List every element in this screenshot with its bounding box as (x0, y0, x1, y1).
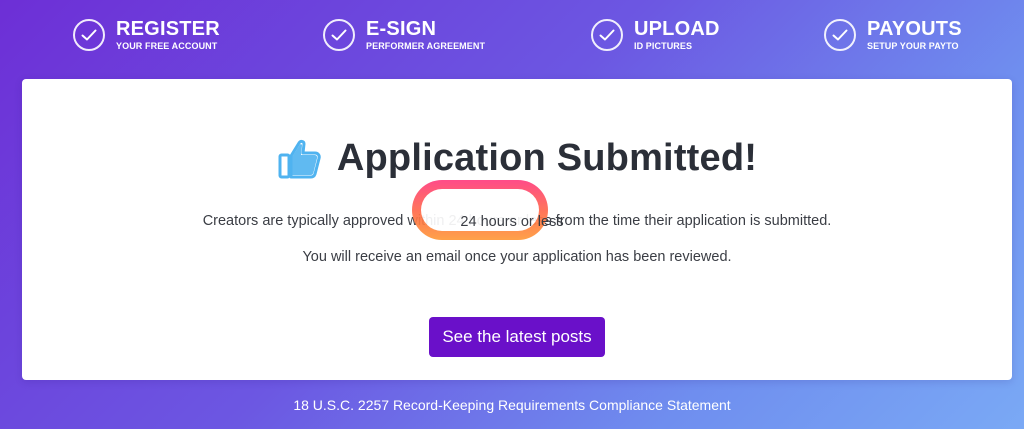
step-subtitle: SETUP YOUR PAYTO (867, 41, 959, 51)
step-upload: UPLOAD ID PICTURES (591, 19, 720, 51)
approval-time-text: Creators are typically approved within 2… (202, 213, 832, 229)
step-register: REGISTER YOUR FREE ACCOUNT (73, 19, 220, 51)
compliance-statement-link[interactable]: 18 U.S.C. 2257 Record-Keeping Requiremen… (0, 397, 1024, 413)
check-icon (824, 19, 856, 51)
step-esign: E-SIGN PERFORMER AGREEMENT (323, 19, 485, 51)
step-subtitle: ID PICTURES (634, 41, 693, 51)
step-title: PAYOUTS (867, 18, 962, 40)
step-payouts: PAYOUTS SETUP YOUR PAYTO (824, 19, 962, 51)
check-icon (591, 19, 623, 51)
confirmation-card: Application Submitted! Creators are typi… (22, 79, 1012, 380)
page-title: Application Submitted! (336, 136, 758, 179)
step-title: UPLOAD (634, 18, 720, 40)
headline-row: Application Submitted! (22, 135, 1012, 181)
check-icon (323, 19, 355, 51)
step-title: REGISTER (116, 18, 220, 40)
check-icon (73, 19, 105, 51)
step-subtitle: YOUR FREE ACCOUNT (116, 41, 218, 51)
see-latest-posts-button[interactable]: See the latest posts (429, 317, 605, 357)
step-title: E-SIGN (366, 18, 437, 40)
thumbs-up-icon (278, 139, 321, 179)
email-notice-text: You will receive an email once your appl… (302, 249, 732, 265)
progress-steps: REGISTER YOUR FREE ACCOUNT E-SIGN PERFOR… (0, 0, 1024, 78)
step-subtitle: PERFORMER AGREEMENT (366, 41, 486, 51)
